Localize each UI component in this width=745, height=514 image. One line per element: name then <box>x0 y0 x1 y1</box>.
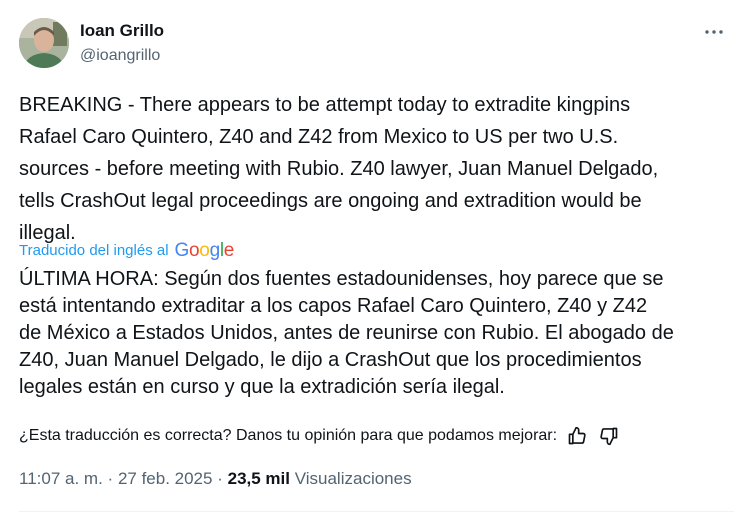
translation-text: ÚLTIMA HORA: Según dos fuentes estadouni… <box>19 268 674 398</box>
divider <box>19 511 734 512</box>
avatar-photo <box>19 18 69 68</box>
tweet: Ioan Grillo @ioangrillo BREAKING - There… <box>0 0 745 514</box>
thumbs-down-icon <box>600 427 618 446</box>
tweet-meta: 11:07 a. m. · 27 feb. 2025 · 23,5 mil Vi… <box>19 467 412 491</box>
feedback-question: ¿Esta traducción es correcta? Danos tu o… <box>19 427 558 444</box>
tweet-text: BREAKING - There appears to be attempt t… <box>19 94 659 244</box>
thumbs-up-button[interactable] <box>565 424 589 448</box>
author-name[interactable]: Ioan Grillo <box>80 20 164 42</box>
translated-by-link[interactable]: Traducido del inglés al Google <box>19 240 234 262</box>
thumbs-up-icon <box>568 426 586 445</box>
separator: · <box>107 469 114 488</box>
tweet-date[interactable]: 27 feb. 2025 <box>118 469 213 488</box>
more-options-button[interactable] <box>700 20 728 44</box>
views-label: Visualizaciones <box>294 469 412 488</box>
thumbs-down-button[interactable] <box>597 424 621 448</box>
tweet-time[interactable]: 11:07 a. m. <box>19 469 103 488</box>
translation-feedback: ¿Esta traducción es correcta? Danos tu o… <box>19 424 621 448</box>
separator: · <box>217 469 223 488</box>
google-logo: Google <box>174 240 235 261</box>
author-handle[interactable]: @ioangrillo <box>80 45 160 67</box>
more-horizontal-icon <box>705 30 723 34</box>
views-count: 23,5 mil <box>227 469 290 488</box>
avatar[interactable] <box>19 18 69 68</box>
translated-by-label: Traducido del inglés al <box>19 242 169 259</box>
